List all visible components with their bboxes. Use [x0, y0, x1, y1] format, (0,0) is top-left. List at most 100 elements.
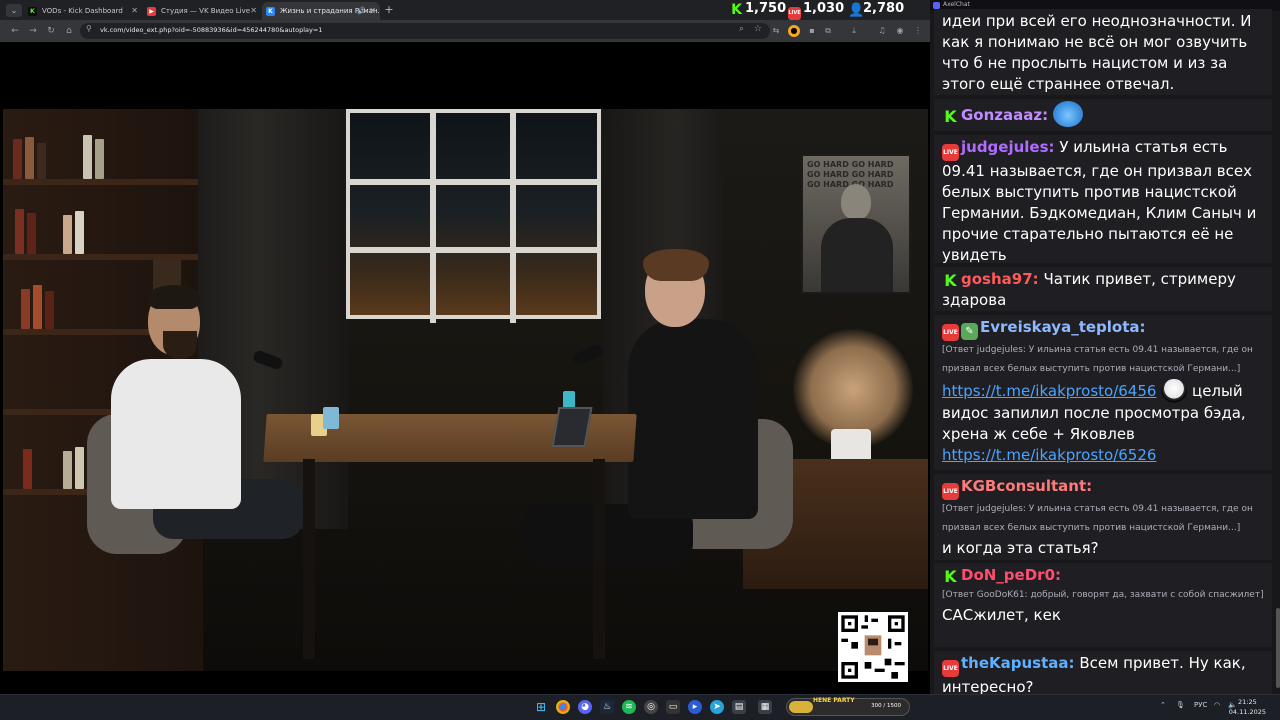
windows-start-icon[interactable]: ⊞ [534, 700, 548, 714]
vk-live-badge-icon: LIVE [942, 660, 959, 677]
chat-username[interactable]: Gonzaaaz: [961, 106, 1048, 124]
chat-username[interactable]: KGBconsultant: [961, 477, 1092, 495]
goal-progress-fill [789, 701, 813, 713]
goal-count: 300 / 1500 [871, 703, 901, 709]
chrome-icon[interactable] [556, 700, 570, 714]
cat-emote-icon [1052, 101, 1083, 127]
message-link[interactable]: https://t.me/ikakprosto/6526 [942, 446, 1156, 464]
windows-taskbar: ⊞ ◕ ♨ ≋ ◎ ▭ ▸ ➤ ▤ ▦ HENE PARTY 300 / 150… [0, 694, 1280, 720]
kick-viewer-count: 1,750 [745, 1, 787, 16]
chat-message: LIVE KGBconsultant: [Ответ judgejules: У … [934, 474, 1272, 560]
new-tab-button[interactable]: + [382, 2, 396, 18]
site-info-icon[interactable]: ⚲ [86, 24, 92, 33]
vk-live-badge-icon: LIVE [942, 483, 959, 500]
language-indicator[interactable]: РУС [1194, 701, 1207, 709]
chat-message: Kgosha97: Чатик привет, стримеру здарова [934, 267, 1272, 311]
kick-badge-icon: K [944, 107, 957, 126]
app-icon[interactable]: ▭ [666, 700, 680, 714]
vk-live-viewers: LIVE 1,030 [788, 1, 845, 20]
download-icon[interactable]: ⤓ [848, 25, 860, 37]
chat-username[interactable]: Evreiskaya_teplota: [980, 318, 1146, 336]
tab-label: Студия — VK Видео Live [161, 7, 251, 15]
kick-badge-icon: K [944, 567, 957, 586]
extension-icon[interactable]: ● [788, 25, 800, 37]
wifi-icon[interactable]: ◠ [1214, 701, 1220, 709]
chat-message: LIVE judgejules: У ильина статья есть 09.… [934, 135, 1272, 264]
chat-username[interactable]: judgejules: [961, 138, 1055, 156]
app-icon[interactable]: ▸ [688, 700, 702, 714]
clock-date: 04.11.2025 [1228, 708, 1266, 716]
message-text: САСжилет, кек [942, 606, 1061, 624]
speaker-icon[interactable]: 🔊 [357, 2, 366, 20]
address-bar[interactable]: ⚲ vk.com/video_ext.php?oid=-50883936&id=… [80, 23, 770, 39]
browser-tab-strip: ⌄ K VODs - Kick Dashboard ✕ ▶ Студия — V… [0, 0, 930, 20]
extension-icon[interactable]: ▪ [806, 25, 818, 37]
steam-icon[interactable]: ♨ [600, 700, 614, 714]
chat-username[interactable]: theKapustaa: [961, 654, 1075, 672]
person-icon: 👤 [848, 3, 865, 18]
vk-live-viewer-count: 1,030 [803, 1, 845, 16]
message-text: и когда эта статья? [942, 539, 1099, 557]
obs-icon[interactable]: ◎ [644, 700, 658, 714]
kick-icon: K [731, 2, 742, 18]
chat-app-title: AxelChat [943, 1, 970, 8]
kick-favicon-icon: K [28, 7, 37, 16]
close-tab-icon[interactable]: ✕ [131, 2, 138, 20]
chat-username[interactable]: gosha97: [961, 270, 1039, 288]
spotify-icon[interactable]: ≋ [622, 700, 636, 714]
menu-kebab-icon[interactable]: ⋮ [912, 25, 924, 37]
browser-toolbar: ← → ↻ ⌂ ⚲ vk.com/video_ext.php?oid=-5088… [0, 20, 930, 42]
goal-progress-widget: HENE PARTY 300 / 1500 [786, 697, 910, 716]
home-icon[interactable]: ⌂ [62, 24, 76, 38]
app-icon [933, 2, 940, 9]
guest-shirt [628, 319, 758, 519]
message-text: идеи при всей его неоднозначности. И как… [942, 12, 1252, 93]
tray-chevron-icon[interactable]: ⌃ [1160, 701, 1166, 709]
tab-vk-studio[interactable]: ▶ Студия — VK Видео Live ✕ [143, 2, 261, 20]
chat-panel: AxelChat идеи при всей его неоднозначнос… [930, 0, 1280, 694]
wall-poster: GO HARD GO HARDGO HARD GO HARDGO HARD GO… [801, 154, 911, 294]
video-player[interactable]: GO HARD GO HARDGO HARD GO HARDGO HARD GO… [0, 42, 930, 694]
zoom-icon[interactable]: ⌕ [739, 24, 744, 34]
media-icon[interactable]: ♫ [876, 25, 888, 37]
close-tab-icon[interactable]: ✕ [250, 2, 257, 20]
tab-kick-dashboard[interactable]: K VODs - Kick Dashboard ✕ [24, 2, 142, 20]
qr-code [838, 612, 908, 682]
kick-viewers: K 1,750 [730, 1, 786, 17]
close-tab-icon[interactable]: ✕ [369, 2, 376, 20]
forward-icon[interactable]: → [26, 24, 40, 38]
chat-scrollbar[interactable] [1276, 608, 1280, 688]
back-icon[interactable]: ← [8, 24, 22, 38]
bookmark-star-icon[interactable]: ☆ [754, 24, 762, 34]
total-viewer-count: 2,780 [863, 1, 905, 16]
reply-quote: [Ответ judgejules: У ильина статья есть … [942, 345, 1253, 374]
chat-message: K Gonzaaaz: [934, 99, 1272, 131]
reload-icon[interactable]: ↻ [44, 24, 58, 38]
system-clock[interactable]: 21:25 04.11.2025 [1229, 697, 1266, 717]
tab-current-video[interactable]: K Жизнь и страдания Роман... 🔊 ✕ [262, 2, 380, 20]
profile-icon[interactable]: ◉ [894, 25, 906, 37]
mic-icon[interactable]: 🎙 [1176, 701, 1185, 709]
app-icon[interactable]: ▤ [732, 700, 746, 714]
microphone [571, 343, 605, 367]
tab-search-button[interactable]: ⌄ [6, 4, 22, 17]
url-text[interactable]: vk.com/video_ext.php?oid=-50883936&id=45… [100, 26, 322, 34]
discord-icon[interactable]: ◕ [578, 700, 592, 714]
app-icon[interactable]: ▦ [758, 700, 772, 714]
telegram-icon[interactable]: ➤ [710, 700, 724, 714]
chat-message: K DoN_peDr0: [Ответ GooDoK61: добрый, гов… [934, 563, 1272, 647]
vk-live-icon: LIVE [788, 7, 801, 20]
message-text: У ильина статья есть 09.41 называется, г… [942, 138, 1257, 264]
host-shirt [111, 359, 241, 509]
extension-icon[interactable]: ⇆ [770, 25, 782, 37]
vk-live-badge-icon: LIVE [942, 144, 959, 161]
pen-badge-icon: ✎ [961, 323, 978, 340]
extensions-puzzle-icon[interactable]: ⧉ [822, 25, 834, 37]
vk-live-badge-icon: LIVE [942, 324, 959, 341]
reply-quote: [Ответ judgejules: У ильина статья есть … [942, 504, 1253, 533]
video-frame: GO HARD GO HARDGO HARD GO HARDGO HARD GO… [3, 109, 928, 671]
message-link[interactable]: https://t.me/ikakprosto/6456 [942, 382, 1156, 400]
kick-badge-icon: K [944, 271, 957, 290]
chat-username[interactable]: DoN_peDr0: [961, 566, 1061, 584]
vk-favicon-icon: K [266, 7, 275, 16]
